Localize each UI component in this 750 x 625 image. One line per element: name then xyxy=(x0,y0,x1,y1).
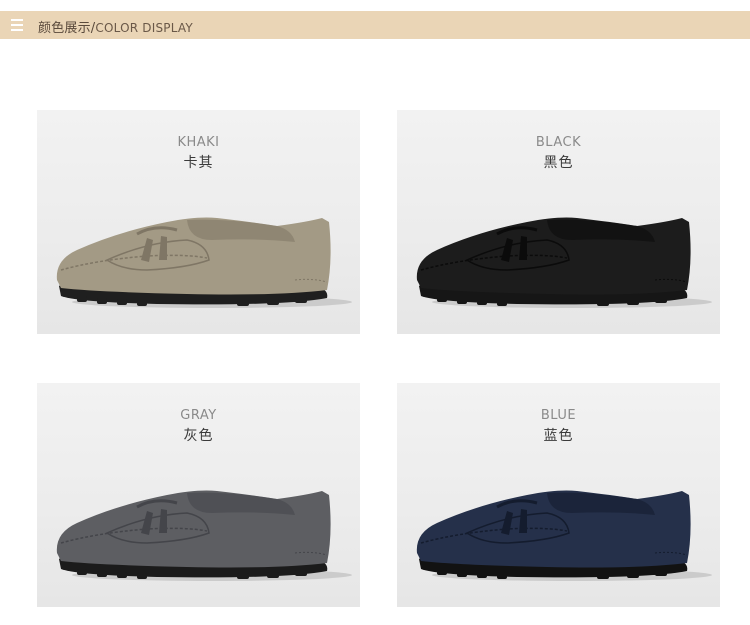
shoe-image-gray xyxy=(56,490,352,581)
shoe-image-black xyxy=(416,217,712,308)
shoe-image-blue xyxy=(416,490,712,581)
color-card-black: BLACK 黑色 xyxy=(397,110,720,334)
section-header: 颜色展示/COLOR DISPLAY xyxy=(0,11,750,39)
menu-icon xyxy=(11,19,23,31)
shoe-image-khaki xyxy=(56,217,352,308)
section-title-cn: 颜色展示/ xyxy=(38,21,96,36)
color-card-blue: BLUE 蓝色 xyxy=(397,383,720,607)
section-title: 颜色展示/COLOR DISPLAY xyxy=(38,17,193,36)
section-title-en: COLOR DISPLAY xyxy=(95,21,193,35)
color-card-khaki: KHAKI 卡其 xyxy=(37,110,360,334)
color-card-gray: GRAY 灰色 xyxy=(37,383,360,607)
